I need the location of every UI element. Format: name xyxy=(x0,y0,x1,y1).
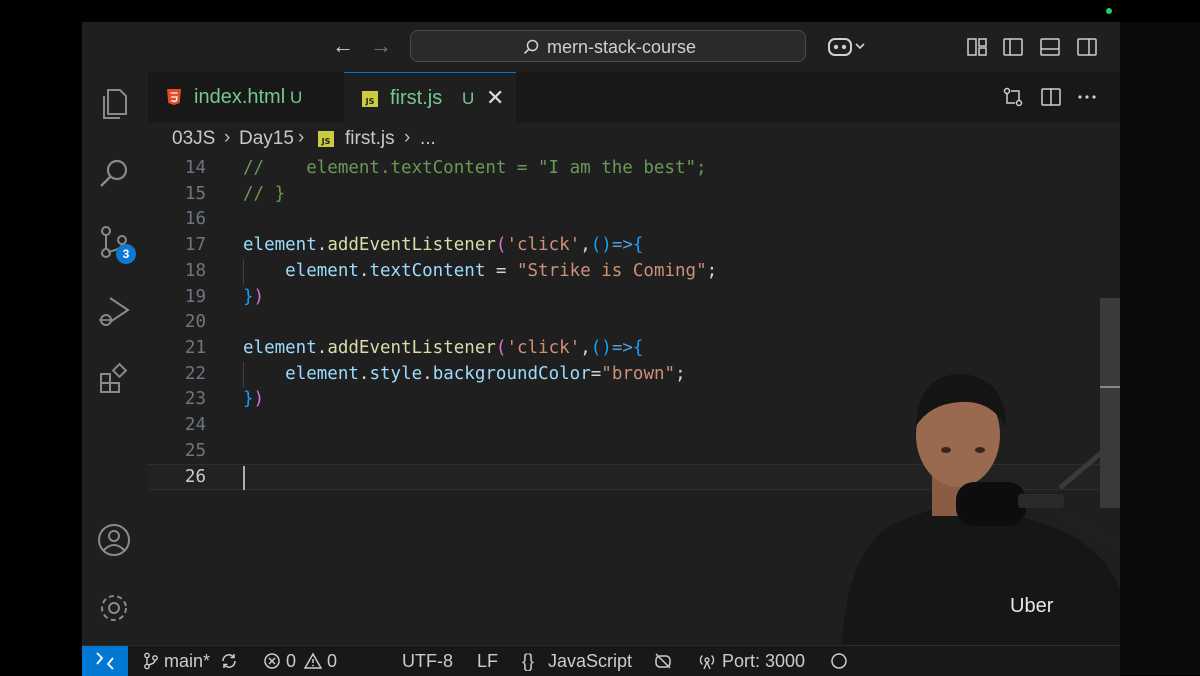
line-number: 21 xyxy=(184,337,206,358)
forward-arrow-icon[interactable]: → xyxy=(370,34,392,58)
code-line[interactable]: 14 // element.textContent = "I am the bes… xyxy=(148,156,1100,182)
js-icon: JS xyxy=(318,131,334,147)
status-bar: main* 0 0 UTF-8 LF {} JavaScript Port: 3… xyxy=(82,645,1120,676)
title-bar: ← → mern-stack-course xyxy=(82,22,1120,72)
copilot-status-icon[interactable] xyxy=(654,652,672,670)
breadcrumb-more[interactable]: ... xyxy=(420,128,436,150)
breadcrumb: 03JS › Day15 › JS first.js › ... xyxy=(148,122,1120,156)
indent-guide xyxy=(243,362,244,388)
command-center-search[interactable]: mern-stack-course xyxy=(410,30,806,62)
errors-count[interactable]: 0 xyxy=(286,651,296,672)
open-changes-icon[interactable] xyxy=(1002,86,1024,108)
indent-guide xyxy=(243,259,244,285)
live-server-port[interactable]: Port: 3000 xyxy=(722,651,805,672)
search-icon xyxy=(523,39,539,55)
toggle-secondary-sidebar-icon[interactable] xyxy=(1076,36,1098,58)
code-line[interactable]: 19}) xyxy=(148,285,1100,311)
code-text: // element.textContent = "I am the best"… xyxy=(243,158,707,178)
sync-icon[interactable] xyxy=(220,652,238,670)
git-branch-icon xyxy=(144,652,158,670)
warnings-count[interactable]: 0 xyxy=(327,651,337,672)
line-number: 22 xyxy=(184,363,206,384)
more-actions-icon[interactable] xyxy=(1076,86,1098,108)
tab-label: first.js xyxy=(390,87,443,109)
code-text: element.addEventListener('click',()=>{ xyxy=(243,337,644,358)
svg-text:JS: JS xyxy=(321,137,331,146)
activity-bar: 3 xyxy=(82,72,149,645)
customize-layout-icon[interactable] xyxy=(966,36,988,58)
explorer-icon[interactable] xyxy=(96,86,132,122)
remote-connection-icon xyxy=(96,652,114,670)
untracked-marker: U xyxy=(462,89,475,108)
code-text: element.style.backgroundColor="brown"; xyxy=(285,363,686,384)
line-number: 14 xyxy=(184,158,206,178)
breadcrumb-file[interactable]: first.js xyxy=(345,128,395,150)
language-mode-label[interactable]: JavaScript xyxy=(548,651,632,672)
eol-label[interactable]: LF xyxy=(477,651,498,672)
shirt-logo-text: Uber xyxy=(1010,595,1054,617)
search-sidebar-icon[interactable] xyxy=(96,156,132,192)
tab-label: index.html xyxy=(194,86,286,108)
line-number: 24 xyxy=(184,415,206,435)
line-number: 15 xyxy=(184,183,206,204)
breadcrumb-folder-03js[interactable]: 03JS xyxy=(172,128,215,150)
split-editor-icon[interactable] xyxy=(1040,86,1062,108)
back-arrow-icon[interactable]: ← xyxy=(332,34,354,58)
html5-icon xyxy=(167,89,181,105)
tab-first-js[interactable]: JS first.js U ✕ xyxy=(344,72,516,122)
code-line[interactable]: 15 // } xyxy=(148,182,1100,208)
code-text: // } xyxy=(243,183,286,204)
line-number: 17 xyxy=(184,235,206,256)
line-number: 19 xyxy=(184,286,206,307)
notifications-icon[interactable] xyxy=(830,652,848,670)
svg-text:JS: JS xyxy=(365,97,375,106)
code-text: }) xyxy=(243,286,265,307)
code-text: element.textContent = "Strike is Coming"… xyxy=(285,260,718,281)
remote-indicator[interactable] xyxy=(82,646,128,676)
source-control-badge: 3 xyxy=(116,244,136,264)
run-debug-icon[interactable] xyxy=(96,294,132,330)
toggle-primary-sidebar-icon[interactable] xyxy=(1002,36,1024,58)
encoding-label[interactable]: UTF-8 xyxy=(402,651,453,672)
right-black-strip xyxy=(1120,22,1200,675)
breadcrumb-folder-day15[interactable]: Day15 xyxy=(239,128,294,150)
code-line[interactable]: 21 element.addEventListener('click',()=>{ xyxy=(148,336,1100,362)
braces-icon: {} xyxy=(522,651,535,671)
code-text: }) xyxy=(243,389,265,410)
chevron-right-icon: › xyxy=(404,127,411,148)
top-black-strip xyxy=(0,0,1200,22)
chevron-right-icon: › xyxy=(224,127,231,148)
search-text: mern-stack-course xyxy=(547,37,697,57)
tab-index-html[interactable]: index.html U xyxy=(148,72,344,122)
text-cursor xyxy=(243,466,245,490)
js-icon: JS xyxy=(362,91,378,107)
warnings-icon[interactable] xyxy=(304,652,322,670)
line-number: 26 xyxy=(184,467,206,488)
line-number: 23 xyxy=(184,389,206,410)
webcam-presenter-overlay: Uber xyxy=(842,374,1120,645)
code-line[interactable]: 20 xyxy=(148,310,1100,336)
copilot-icon[interactable] xyxy=(827,36,867,58)
extensions-icon[interactable] xyxy=(96,362,132,398)
line-number: 20 xyxy=(184,312,206,333)
untracked-marker: U xyxy=(290,88,303,107)
camera-indicator-dot xyxy=(1106,8,1112,14)
errors-icon[interactable] xyxy=(263,652,281,670)
close-tab-icon[interactable]: ✕ xyxy=(486,85,504,111)
code-line[interactable]: 17 element.addEventListener('click',()=>{ xyxy=(148,233,1100,259)
code-text: element.addEventListener('click',()=>{ xyxy=(243,235,644,256)
settings-gear-icon[interactable] xyxy=(96,590,132,626)
broadcast-icon xyxy=(699,654,715,670)
toggle-panel-icon[interactable] xyxy=(1039,36,1061,58)
git-branch-label[interactable]: main* xyxy=(164,651,210,672)
line-number: 18 xyxy=(184,260,206,281)
code-line[interactable]: 18 element.textContent = "Strike is Comi… xyxy=(148,259,1100,285)
editor-tab-bar: index.html U JS first.js U ✕ xyxy=(148,72,1120,123)
line-number: 25 xyxy=(184,440,206,461)
account-icon[interactable] xyxy=(96,522,132,558)
chevron-right-icon: › xyxy=(298,127,305,148)
line-number: 16 xyxy=(184,209,206,230)
code-line[interactable]: 16 xyxy=(148,207,1100,233)
